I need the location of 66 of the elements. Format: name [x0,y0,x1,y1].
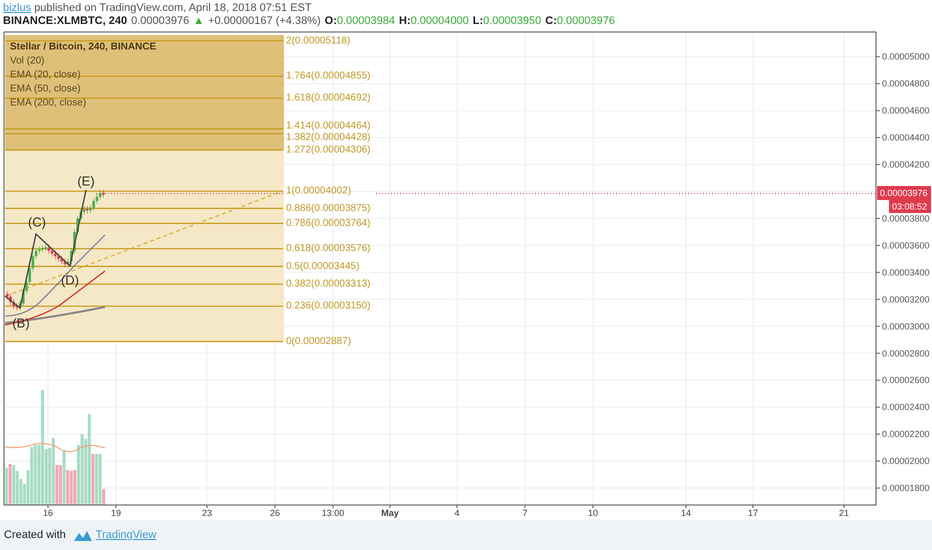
last-price: 0.00003976 [131,15,190,28]
change-arrow: ▲ [193,15,204,28]
fib-level-label: 1.382(0.00004428) [286,132,371,144]
time-tick-label: May [381,508,399,518]
fib-level-label: 0(0.00002887) [286,336,352,347]
price-tick-label: 0.00003600 [882,240,930,250]
time-tick-label: 23 [202,508,212,518]
price-tick-label: 0.00004200 [882,160,930,170]
fib-level-label: 1.272(0.00004306) [286,144,371,156]
fib-level-label: 0.5(0.00003445) [286,260,360,272]
price-tick-label: 0.00002000 [882,456,930,466]
study-legend: EMA (200, close) [10,98,86,108]
ohlc-label: C: [545,15,557,27]
price-tick-label: 0.00004400 [882,132,930,143]
time-tick-label: 13:00 [322,508,344,518]
ohlc-value: 0.00004000 [410,15,469,27]
price-tick-label: 0.00003400 [882,267,930,278]
price-tick-label: 0.00002400 [882,402,930,412]
fib-level-label: 0.236(0.00003150) [286,300,371,312]
price-tick-label: 0.00001800 [882,483,930,494]
ohlc-label: O: [324,15,337,27]
publish-info: published on TradingView.com, April 18, 2018 07:51 EST [34,2,312,14]
price-change: +0.00000167 (+4.38%) [208,15,321,28]
price-tick-label: 0.00002200 [882,429,930,440]
ohlc-value: 0.00003950 [483,15,542,27]
fib-level-label: 1.764(0.00004855) [286,70,371,82]
fib-level-label: 1(0.00004002) [286,186,352,197]
ohlc-value: 0.00003976 [556,15,615,27]
study-legend: EMA (50, close) [10,84,81,94]
time-tick-label: 10 [588,508,598,518]
price-tick-label: 0.00003800 [882,213,930,224]
author-link[interactable]: bizlus [3,2,32,14]
fib-level-label: 0.886(0.00003875) [286,202,371,214]
time-tick-label: 7 [522,508,528,518]
fib-level-label: 0.786(0.00003764) [286,218,371,229]
study-legend: Vol (20) [10,56,44,66]
fib-level-label: 2(0.00005118) [286,35,350,46]
chart-title: Stellar / Bitcoin, 240, BINANCE [10,42,156,52]
price-tick-label: 0.00004600 [882,106,930,116]
price-tick-label: 0.00003200 [882,294,930,304]
symbol-name: BINANCE:XLMBTC, 240 [3,15,128,28]
time-tick-label: 19 [111,508,121,518]
ohlc-value: 0.00003984 [336,15,395,27]
time-tick-label: 4 [454,508,460,518]
last-price-tag: 0.00003976 [877,186,931,200]
price-tick-label: 0.00002800 [882,348,930,358]
countdown-tag: 03:08:52 [889,200,931,213]
price-tick-label: 0.00002600 [882,375,930,386]
fib-level-label: 1.414(0.00004464) [286,120,371,132]
price-tick-label: 0.00005000 [882,52,930,62]
fib-level-label: 0.382(0.00003313) [286,278,371,290]
time-tick-label: 14 [681,508,691,518]
wave-label: (E) [77,174,95,188]
time-tick-label: 26 [270,508,280,518]
price-tick-label: 0.00003000 [882,321,930,332]
ohlc-label: H: [399,15,411,27]
time-tick-label: 16 [43,508,53,518]
fib-level-label: 1.618(0.00004692) [286,92,371,104]
fib-level-label: 0.618(0.00003576) [286,243,371,254]
footer-text: Created with [4,528,66,543]
ohlc-label: L: [472,15,484,27]
cloud-logo-icon [74,530,92,540]
price-tick-label: 0.00004800 [882,78,930,89]
time-tick-label: 17 [748,508,758,518]
time-tick-label: 21 [839,508,849,518]
brand-link[interactable]: TradingView [96,526,156,544]
